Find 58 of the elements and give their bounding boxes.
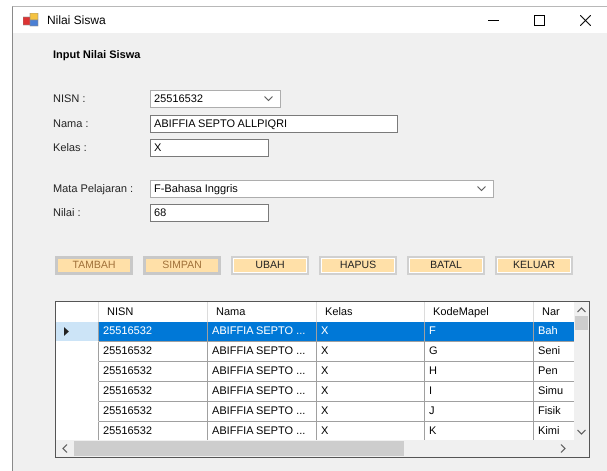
input-field[interactable]: ABIFFIA SEPTO ALLPIQRI: [150, 114, 398, 133]
table-cell: F: [425, 322, 534, 342]
table-cell: X: [317, 422, 425, 440]
scroll-down-icon[interactable]: [577, 428, 586, 434]
horizontal-scrollbar[interactable]: [56, 440, 574, 456]
dropdown-field[interactable]: 25516532: [150, 90, 281, 108]
vertical-scrollbar[interactable]: [574, 302, 589, 440]
table-cell: ABIFFIA SEPTO ...: [208, 342, 317, 362]
action-button[interactable]: BATAL: [407, 256, 485, 274]
table-cell: Pen: [534, 362, 574, 382]
table-cell: X: [317, 342, 425, 362]
action-button[interactable]: KELUAR: [495, 256, 573, 274]
table-cell: X: [317, 382, 425, 402]
scroll-thumb[interactable]: [575, 316, 588, 330]
scroll-up-icon[interactable]: [577, 306, 586, 312]
table-cell: Seni: [534, 342, 574, 362]
maximize-icon[interactable]: [534, 14, 544, 26]
app-icon: [23, 13, 39, 27]
table-cell: Simu: [534, 382, 574, 402]
current-row-icon: [64, 326, 69, 336]
form-heading: Input Nilai Siswa: [53, 49, 142, 63]
row-header[interactable]: [56, 322, 99, 342]
action-button[interactable]: HAPUS: [319, 256, 397, 274]
table-cell: I: [425, 382, 534, 402]
table-cell: ABIFFIA SEPTO ...: [208, 402, 317, 422]
table-cell: ABIFFIA SEPTO ...: [208, 422, 317, 440]
scroll-left-icon[interactable]: [62, 444, 68, 452]
table-cell: Bah: [534, 322, 574, 342]
table-cell: ABIFFIA SEPTO ...: [208, 382, 317, 402]
table-cell: Fisik: [534, 402, 574, 422]
table-cell: 25516532: [99, 382, 208, 402]
close-icon[interactable]: [580, 14, 590, 26]
table-cell: 25516532: [99, 422, 208, 440]
table-cell: 25516532: [99, 322, 208, 342]
action-button[interactable]: UBAH: [231, 256, 309, 274]
input-field[interactable]: X: [150, 139, 269, 158]
table-cell: J: [425, 402, 534, 422]
table-cell: 25516532: [99, 342, 208, 362]
field-label: Nama :: [53, 118, 90, 130]
scroll-thumb[interactable]: [74, 440, 404, 456]
table-cell: X: [317, 322, 425, 342]
table-cell: K: [425, 422, 534, 440]
window-title: Nilai Siswa: [47, 13, 107, 27]
field-label: NISN :: [53, 93, 86, 106]
table-cell: ABIFFIA SEPTO ...: [208, 322, 317, 342]
field-label: Kelas :: [53, 142, 88, 154]
table-cell: H: [425, 362, 534, 382]
table-cell: 25516532: [99, 402, 208, 422]
field-label: Mata Pelajaran :: [53, 182, 134, 195]
table-cell: X: [317, 362, 425, 382]
table-cell: X: [317, 402, 425, 422]
table-cell: G: [425, 342, 534, 362]
dropdown-field[interactable]: F-Bahasa Inggris: [150, 180, 494, 198]
field-label: Nilai :: [53, 207, 82, 220]
input-field[interactable]: 68: [150, 204, 269, 222]
scroll-right-icon[interactable]: [560, 444, 566, 452]
table-cell: ABIFFIA SEPTO ...: [208, 362, 317, 382]
table-cell: 25516532: [99, 362, 208, 382]
